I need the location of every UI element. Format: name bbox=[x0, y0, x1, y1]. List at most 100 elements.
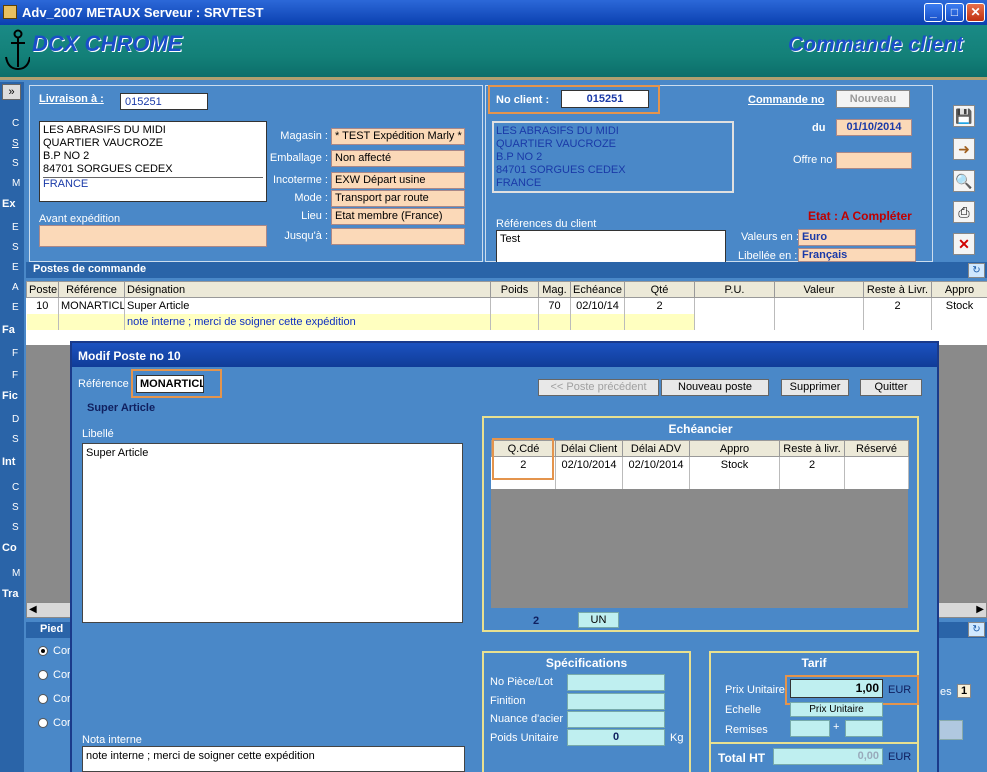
nav-item[interactable]: C bbox=[12, 482, 19, 493]
pied-refresh-icon[interactable]: ↻ bbox=[968, 622, 985, 637]
scroll-right-icon[interactable]: ▶ bbox=[976, 604, 984, 615]
note-row[interactable]: note interne ; merci de soigner cette ex… bbox=[26, 313, 987, 330]
maximize-button[interactable]: □ bbox=[945, 3, 964, 22]
commande-date-field[interactable]: 01/10/2014 bbox=[836, 119, 912, 136]
col-header[interactable]: Appro bbox=[689, 440, 780, 457]
nav-item[interactable]: S bbox=[12, 522, 19, 533]
col-header[interactable]: Réservé bbox=[844, 440, 909, 457]
remise-2-input[interactable] bbox=[845, 720, 883, 737]
nav-item[interactable]: S bbox=[12, 242, 19, 253]
delete-icon[interactable]: ✕ bbox=[953, 233, 975, 255]
pied-radio-label: Cor bbox=[53, 717, 71, 729]
magasin-field[interactable]: * TEST Expédition Marly * bbox=[331, 128, 465, 145]
cell-valeur bbox=[774, 297, 864, 314]
exit-door-icon[interactable]: ➜ bbox=[953, 138, 975, 160]
col-header[interactable]: P.U. bbox=[694, 281, 775, 298]
pied-radio[interactable] bbox=[38, 694, 48, 704]
libellee-field[interactable]: Français bbox=[798, 248, 916, 262]
lieu-field[interactable]: Etat membre (France) bbox=[331, 208, 465, 225]
printer-icon[interactable]: ⎙ bbox=[953, 201, 975, 223]
libelle-textarea[interactable]: Super Article bbox=[82, 443, 463, 623]
nav-item[interactable]: C bbox=[12, 118, 19, 129]
nav-item[interactable]: S bbox=[12, 502, 19, 513]
nav-item[interactable]: E bbox=[12, 302, 19, 313]
nav-section[interactable]: Int bbox=[2, 456, 15, 468]
expand-nav-button[interactable]: » bbox=[2, 84, 21, 100]
table-row[interactable]: 2 02/10/2014 02/10/2014 Stock 2 bbox=[491, 456, 909, 473]
nuance-input[interactable] bbox=[567, 711, 665, 728]
address-line: QUARTIER VAUCROZE bbox=[43, 137, 163, 149]
col-header[interactable]: Poids bbox=[490, 281, 539, 298]
nav-item[interactable]: M bbox=[12, 568, 20, 579]
offre-label: Offre no bbox=[793, 154, 833, 166]
nav-item[interactable]: D bbox=[12, 414, 19, 425]
cell-poste: 10 bbox=[26, 297, 59, 314]
prix-unitaire-label: Prix Unitaire bbox=[725, 684, 785, 696]
col-header[interactable]: Poste bbox=[26, 281, 59, 298]
avant-expedition-input[interactable] bbox=[39, 225, 267, 247]
col-header[interactable]: Reste à Livr. bbox=[863, 281, 932, 298]
nav-item[interactable]: S bbox=[12, 158, 19, 169]
col-header[interactable]: Valeur bbox=[774, 281, 864, 298]
mode-field[interactable]: Transport par route bbox=[331, 190, 465, 207]
col-header[interactable]: Délai ADV bbox=[622, 440, 690, 457]
nav-section[interactable]: Fa bbox=[2, 324, 15, 336]
nav-item[interactable]: F bbox=[12, 370, 18, 381]
nav-item[interactable]: F bbox=[12, 348, 18, 359]
save-icon[interactable]: 💾 bbox=[953, 105, 975, 127]
jusqua-field[interactable] bbox=[331, 228, 465, 245]
right-partial-button[interactable] bbox=[939, 720, 963, 740]
nav-item[interactable]: E bbox=[12, 222, 19, 233]
nav-section[interactable]: Co bbox=[2, 542, 17, 554]
col-header[interactable]: Désignation bbox=[124, 281, 491, 298]
col-header[interactable]: Mag. bbox=[538, 281, 571, 298]
unit-field[interactable]: UN bbox=[578, 612, 619, 628]
previous-poste-button[interactable]: << Poste précédent bbox=[538, 379, 659, 396]
offre-field[interactable] bbox=[836, 152, 912, 169]
finition-input[interactable] bbox=[567, 693, 665, 710]
delete-poste-button[interactable]: Supprimer bbox=[781, 379, 849, 396]
nav-item[interactable]: M bbox=[12, 178, 20, 189]
col-header[interactable]: Echéance bbox=[570, 281, 625, 298]
address-line: LES ABRASIFS DU MIDI bbox=[43, 124, 166, 136]
remise-1-input[interactable] bbox=[790, 720, 830, 737]
scroll-left-icon[interactable]: ◀ bbox=[29, 604, 37, 615]
pied-radio[interactable] bbox=[38, 670, 48, 680]
client-ref-input[interactable]: Test bbox=[496, 230, 726, 262]
table-row-empty[interactable] bbox=[491, 472, 909, 489]
echelle-field[interactable]: Prix Unitaire bbox=[790, 702, 883, 717]
nav-section[interactable]: Ex bbox=[2, 198, 15, 210]
col-header[interactable]: Référence bbox=[58, 281, 125, 298]
poids-unitaire-input[interactable]: 0 bbox=[567, 729, 665, 746]
col-header[interactable]: Reste à livr. bbox=[779, 440, 845, 457]
col-header[interactable]: Délai Client bbox=[555, 440, 623, 457]
valeurs-field[interactable]: Euro bbox=[798, 229, 916, 246]
emballage-field[interactable]: Non affecté bbox=[331, 150, 465, 167]
prix-unitaire-input[interactable]: 1,00 bbox=[790, 679, 883, 698]
pied-radio[interactable] bbox=[38, 718, 48, 728]
nav-item[interactable]: S bbox=[12, 138, 19, 149]
livraison-address-box[interactable]: LES ABRASIFS DU MIDI QUARTIER VAUCROZE B… bbox=[39, 121, 267, 202]
table-row[interactable]: 10 MONARTICLE Super Article 70 02/10/14 … bbox=[26, 297, 987, 314]
minimize-button[interactable]: _ bbox=[924, 3, 943, 22]
piece-lot-input[interactable] bbox=[567, 674, 665, 691]
nav-item[interactable]: E bbox=[12, 262, 19, 273]
postes-refresh-icon[interactable]: ↻ bbox=[968, 263, 985, 278]
col-header[interactable]: Appro bbox=[931, 281, 987, 298]
nav-section[interactable]: Tra bbox=[2, 588, 19, 600]
nav-item[interactable]: S bbox=[12, 434, 19, 445]
new-poste-button[interactable]: Nouveau poste bbox=[661, 379, 769, 396]
close-window-button[interactable]: ✕ bbox=[966, 3, 985, 22]
quit-button[interactable]: Quitter bbox=[860, 379, 922, 396]
client-code-input[interactable]: 015251 bbox=[561, 90, 649, 108]
nav-item[interactable]: A bbox=[12, 282, 19, 293]
echeancier-header-row: Q.Cdé Délai Client Délai ADV Appro Reste… bbox=[491, 440, 909, 457]
pied-radio[interactable] bbox=[38, 646, 48, 656]
livraison-code-input[interactable]: 015251 bbox=[120, 93, 208, 110]
nota-textarea[interactable]: note interne ; merci de soigner cette ex… bbox=[82, 746, 465, 772]
reference-input[interactable]: MONARTICL bbox=[136, 375, 204, 393]
col-header[interactable]: Qté bbox=[624, 281, 695, 298]
nav-section[interactable]: Fic bbox=[2, 390, 18, 402]
incoterme-field[interactable]: EXW Départ usine bbox=[331, 172, 465, 189]
print-preview-icon[interactable]: 🔍 bbox=[953, 170, 975, 192]
